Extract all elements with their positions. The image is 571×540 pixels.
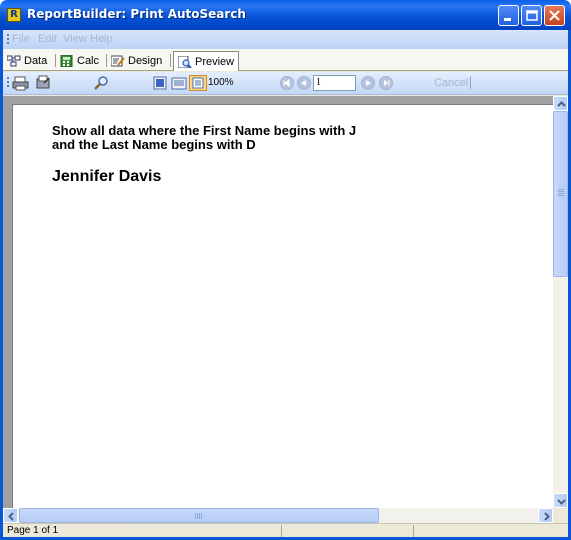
status-bar: Page 1 of 1 — [3, 523, 568, 537]
chevron-right-icon — [544, 512, 550, 521]
menu-bar: File Edit View Help — [3, 30, 568, 49]
criteria-line-2: and the Last Name begins with D — [52, 137, 256, 152]
preview-area: Show all data where the First Name begin… — [3, 96, 568, 508]
toolbar-separator — [470, 76, 471, 89]
horizontal-scrollbar[interactable] — [3, 508, 553, 523]
preview-icon — [178, 55, 192, 68]
search-criteria-text: Show all data where the First Name begin… — [52, 124, 452, 152]
toolbar-grip — [7, 77, 9, 88]
vertical-scroll-thumb[interactable] — [553, 111, 568, 277]
status-divider — [413, 525, 414, 537]
chevron-left-icon — [8, 512, 14, 521]
close-button[interactable] — [544, 5, 565, 26]
last-page-icon[interactable] — [377, 75, 395, 91]
tab-data-label: Data — [24, 54, 48, 67]
page-number-input[interactable]: 1 — [313, 75, 356, 91]
page-status: Page 1 of 1 — [7, 525, 59, 536]
status-divider — [281, 525, 282, 537]
minimize-button[interactable] — [498, 5, 519, 26]
cancel-button[interactable]: Cancel — [434, 77, 468, 89]
menu-help[interactable]: Help — [90, 33, 113, 45]
tab-separator — [106, 54, 107, 67]
criteria-line-1: Show all data where the First Name begin… — [52, 123, 357, 138]
app-icon: R — [7, 8, 21, 22]
first-page-icon[interactable] — [278, 75, 296, 91]
report-page: Show all data where the First Name begin… — [12, 104, 553, 508]
result-name: Jennifer Davis — [52, 168, 162, 185]
next-page-icon[interactable] — [359, 75, 377, 91]
chevron-down-icon — [557, 499, 566, 505]
preview-toolbar: 100% 1 Cancel — [3, 72, 568, 95]
vertical-scrollbar[interactable] — [553, 96, 568, 508]
calc-icon — [60, 54, 73, 67]
tab-data[interactable]: Data — [7, 51, 47, 70]
tab-preview-label: Preview — [195, 55, 235, 68]
maximize-icon — [526, 10, 538, 21]
scroll-left-button[interactable] — [3, 508, 18, 523]
horizontal-scroll-thumb[interactable] — [19, 508, 379, 523]
scroll-up-button[interactable] — [553, 96, 568, 111]
tab-strip: Data Calc Design Preview — [3, 49, 568, 71]
minimize-icon — [504, 18, 511, 21]
page-width-icon[interactable] — [170, 75, 188, 91]
prior-page-icon[interactable] — [295, 75, 313, 91]
tab-separator — [170, 54, 171, 67]
thumb-grip — [195, 513, 203, 519]
menu-view[interactable]: View — [63, 33, 87, 45]
print-icon[interactable] — [12, 75, 30, 91]
tab-calc-label: Calc — [77, 54, 100, 67]
tab-separator — [55, 54, 56, 67]
print-to-file-icon[interactable] — [35, 75, 53, 91]
main-window: File Edit View Help Data Calc Design Pre… — [0, 30, 571, 540]
design-icon — [111, 55, 125, 66]
search-icon[interactable] — [93, 75, 111, 91]
tab-design-label: Design — [128, 54, 163, 67]
menu-file[interactable]: File — [12, 33, 30, 45]
close-icon — [549, 10, 560, 21]
menu-edit[interactable]: Edit — [38, 33, 57, 45]
thumb-grip — [558, 189, 564, 197]
scroll-down-button[interactable] — [553, 493, 568, 508]
maximize-button[interactable] — [521, 5, 542, 26]
window-title: ReportBuilder: Print AutoSearch — [27, 7, 246, 21]
tab-design[interactable]: Design — [111, 51, 162, 70]
tab-preview[interactable]: Preview — [173, 51, 240, 71]
zoom-100-icon[interactable] — [189, 75, 207, 91]
whole-page-icon[interactable] — [151, 75, 169, 91]
title-bar[interactable]: R ReportBuilder: Print AutoSearch — [0, 0, 571, 30]
data-icon — [7, 55, 21, 66]
menu-grip — [7, 34, 9, 45]
chevron-up-icon — [557, 101, 566, 107]
scroll-right-button[interactable] — [538, 508, 553, 523]
zoom-level[interactable]: 100% — [208, 75, 242, 91]
scrollbar-corner — [553, 508, 568, 523]
tab-calc[interactable]: Calc — [60, 51, 99, 70]
